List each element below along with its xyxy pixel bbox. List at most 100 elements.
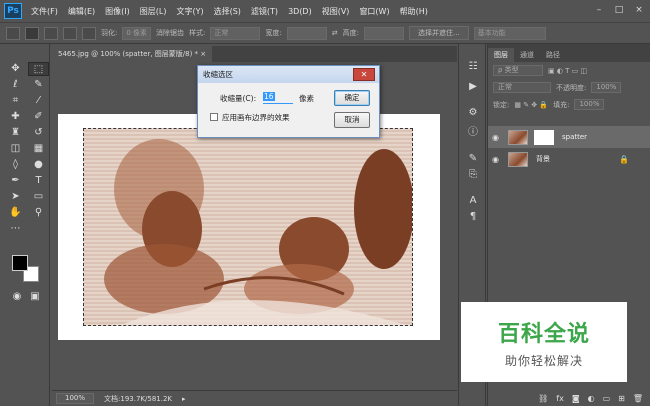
menu-file[interactable]: 文件(F) bbox=[26, 6, 63, 17]
menu-layer[interactable]: 图层(L) bbox=[135, 6, 172, 17]
menu-image[interactable]: 图像(I) bbox=[100, 6, 135, 17]
layer-mask-thumbnail[interactable] bbox=[534, 129, 554, 145]
fill-label: 填充: bbox=[553, 100, 570, 109]
add-selection-icon[interactable] bbox=[44, 26, 58, 40]
document-canvas[interactable] bbox=[58, 114, 440, 340]
close-window-button[interactable]: × bbox=[632, 4, 646, 16]
layer-style-icon[interactable]: fx bbox=[556, 394, 564, 403]
menu-filter[interactable]: 滤镜(T) bbox=[246, 6, 283, 17]
zoom-tool-icon[interactable]: ⚲ bbox=[28, 206, 49, 220]
menu-type[interactable]: 文字(Y) bbox=[171, 6, 208, 17]
pen-tool-icon[interactable]: ✒ bbox=[5, 174, 26, 188]
eye-icon[interactable]: ◉ bbox=[492, 155, 502, 164]
text-tool-icon[interactable]: T bbox=[28, 174, 49, 188]
hand-tool-icon[interactable]: ✋ bbox=[5, 206, 26, 220]
blur-tool-icon[interactable]: ◊ bbox=[5, 158, 26, 172]
status-arrow-icon[interactable]: ▸ bbox=[182, 395, 186, 403]
move-tool-icon[interactable]: ✥ bbox=[5, 62, 26, 76]
brush-tool-icon[interactable]: ✐ bbox=[28, 110, 49, 124]
actions-panel-icon[interactable]: ▶ bbox=[465, 80, 481, 94]
opacity-input[interactable]: 100% bbox=[591, 82, 622, 93]
healing-tool-icon[interactable]: ✚ bbox=[5, 110, 26, 124]
gradient-tool-icon[interactable]: ▦ bbox=[28, 142, 49, 156]
menu-view[interactable]: 视图(V) bbox=[317, 6, 355, 17]
tools-panel: ✥ ⬚ ℓ ✎ ⌗ ⁄ ✚ ✐ ♜ ↺ ◫ ▦ ◊ ● ✒ T ➤ ▭ ✋ ⚲ … bbox=[0, 44, 50, 406]
contract-selection-dialog: 收缩选区 ✕ 收缩量(C): 16 像素 应用画布边界的效果 确定 取消 bbox=[197, 65, 380, 138]
antialias-checkbox[interactable]: 消除锯齿 bbox=[156, 28, 184, 38]
apply-canvas-bounds-checkbox[interactable] bbox=[210, 113, 218, 121]
blend-mode-select[interactable]: 正常 bbox=[493, 82, 551, 93]
menu-edit[interactable]: 编辑(E) bbox=[63, 6, 100, 17]
new-selection-icon[interactable] bbox=[25, 26, 39, 40]
marquee-tool-icon[interactable]: ⬚ bbox=[28, 62, 49, 76]
unit-label: 像素 bbox=[299, 94, 314, 103]
paragraph-panel-icon[interactable]: ¶ bbox=[465, 210, 481, 224]
adjustment-layer-icon[interactable]: ◐ bbox=[588, 394, 595, 403]
layer-filter-select[interactable]: ρ 类型 bbox=[493, 65, 543, 76]
minimize-button[interactable]: – bbox=[592, 4, 606, 16]
info-panel-icon[interactable]: ⓘ bbox=[465, 126, 481, 140]
lasso-tool-icon[interactable]: ℓ bbox=[5, 78, 26, 92]
workspace-select[interactable]: 基本功能 bbox=[473, 26, 546, 40]
character-panel-icon[interactable]: A bbox=[465, 194, 481, 208]
eraser-tool-icon[interactable]: ◫ bbox=[5, 142, 26, 156]
menu-3d[interactable]: 3D(D) bbox=[283, 7, 317, 16]
document-tab[interactable]: 5465.jpg @ 100% (spatter, 图层蒙版/8) * × bbox=[52, 46, 212, 62]
intersect-selection-icon[interactable] bbox=[82, 26, 96, 40]
style-select[interactable]: 正常 bbox=[210, 26, 261, 40]
subtract-selection-icon[interactable] bbox=[63, 26, 77, 40]
filter-icons[interactable]: ▣ ◐ T ▭ ◫ bbox=[548, 67, 587, 75]
history-brush-icon[interactable]: ↺ bbox=[28, 126, 49, 140]
layer-name: 背景 bbox=[536, 155, 550, 163]
dialog-close-button[interactable]: ✕ bbox=[353, 68, 375, 81]
fill-input[interactable]: 100% bbox=[574, 99, 605, 110]
cancel-button[interactable]: 取消 bbox=[334, 112, 370, 128]
quick-mask-icon[interactable]: ◉ bbox=[10, 290, 24, 304]
link-layers-icon[interactable]: ⛓ bbox=[538, 394, 548, 403]
layer-row-background[interactable]: ◉ 背景 🔒 bbox=[488, 148, 650, 170]
dodge-tool-icon[interactable]: ● bbox=[28, 158, 49, 172]
properties-panel-icon[interactable]: ⚙ bbox=[465, 106, 481, 120]
width-input[interactable] bbox=[286, 26, 327, 40]
feather-input[interactable]: 0 像素 bbox=[122, 26, 152, 40]
height-input[interactable] bbox=[364, 26, 404, 40]
history-panel-icon[interactable]: ☷ bbox=[465, 60, 481, 74]
contract-amount-input[interactable]: 16 bbox=[263, 92, 293, 104]
more-tools-icon[interactable]: ⋯ bbox=[5, 222, 26, 236]
clone-source-icon[interactable]: ⎘ bbox=[465, 168, 481, 182]
close-tab-icon[interactable]: × bbox=[200, 50, 206, 58]
layer-row-spatter[interactable]: ◉ spatter bbox=[488, 126, 650, 148]
document-info[interactable]: 文档:193.7K/581.2K bbox=[104, 394, 172, 404]
lock-row: 锁定: ▦ ✎ ✥ 🔒 填充: 100% bbox=[488, 96, 650, 113]
delete-layer-icon[interactable]: 🗑 bbox=[633, 394, 643, 403]
tab-layers[interactable]: 图层 bbox=[488, 48, 514, 62]
new-group-icon[interactable]: ▭ bbox=[603, 394, 611, 403]
eye-icon[interactable]: ◉ bbox=[492, 133, 502, 142]
path-select-icon[interactable]: ➤ bbox=[5, 190, 26, 204]
foreground-color-swatch[interactable] bbox=[12, 255, 28, 271]
lock-icons[interactable]: ▦ ✎ ✥ 🔒 bbox=[514, 101, 548, 109]
eyedropper-tool-icon[interactable]: ⁄ bbox=[28, 94, 49, 108]
color-swatches[interactable] bbox=[12, 255, 40, 283]
tool-preset-picker[interactable] bbox=[6, 26, 20, 40]
add-mask-icon[interactable]: ◙ bbox=[572, 394, 580, 403]
crop-tool-icon[interactable]: ⌗ bbox=[5, 94, 26, 108]
swap-icon[interactable]: ⇄ bbox=[332, 29, 338, 37]
rectangle-tool-icon[interactable]: ▭ bbox=[28, 190, 49, 204]
tab-paths[interactable]: 路径 bbox=[540, 48, 566, 62]
menu-help[interactable]: 帮助(H) bbox=[395, 6, 433, 17]
select-and-mask-button[interactable]: 选择并遮住... bbox=[409, 26, 469, 40]
tab-channels[interactable]: 通道 bbox=[514, 48, 540, 62]
screen-mode-icon[interactable]: ▣ bbox=[28, 290, 42, 304]
stamp-tool-icon[interactable]: ♜ bbox=[5, 126, 26, 140]
blend-row: 正常 不透明度: 100% bbox=[488, 79, 650, 96]
menu-select[interactable]: 选择(S) bbox=[209, 6, 246, 17]
menu-window[interactable]: 窗口(W) bbox=[354, 6, 394, 17]
brush-panel-icon[interactable]: ✎ bbox=[465, 152, 481, 166]
zoom-level[interactable]: 100% bbox=[56, 393, 95, 404]
ok-button[interactable]: 确定 bbox=[334, 90, 370, 106]
layers-panel-footer: ⛓ fx ◙ ◐ ▭ ⊞ 🗑 bbox=[488, 390, 650, 406]
maximize-button[interactable]: □ bbox=[612, 4, 626, 16]
quick-select-tool-icon[interactable]: ✎ bbox=[28, 78, 49, 92]
new-layer-icon[interactable]: ⊞ bbox=[618, 394, 625, 403]
